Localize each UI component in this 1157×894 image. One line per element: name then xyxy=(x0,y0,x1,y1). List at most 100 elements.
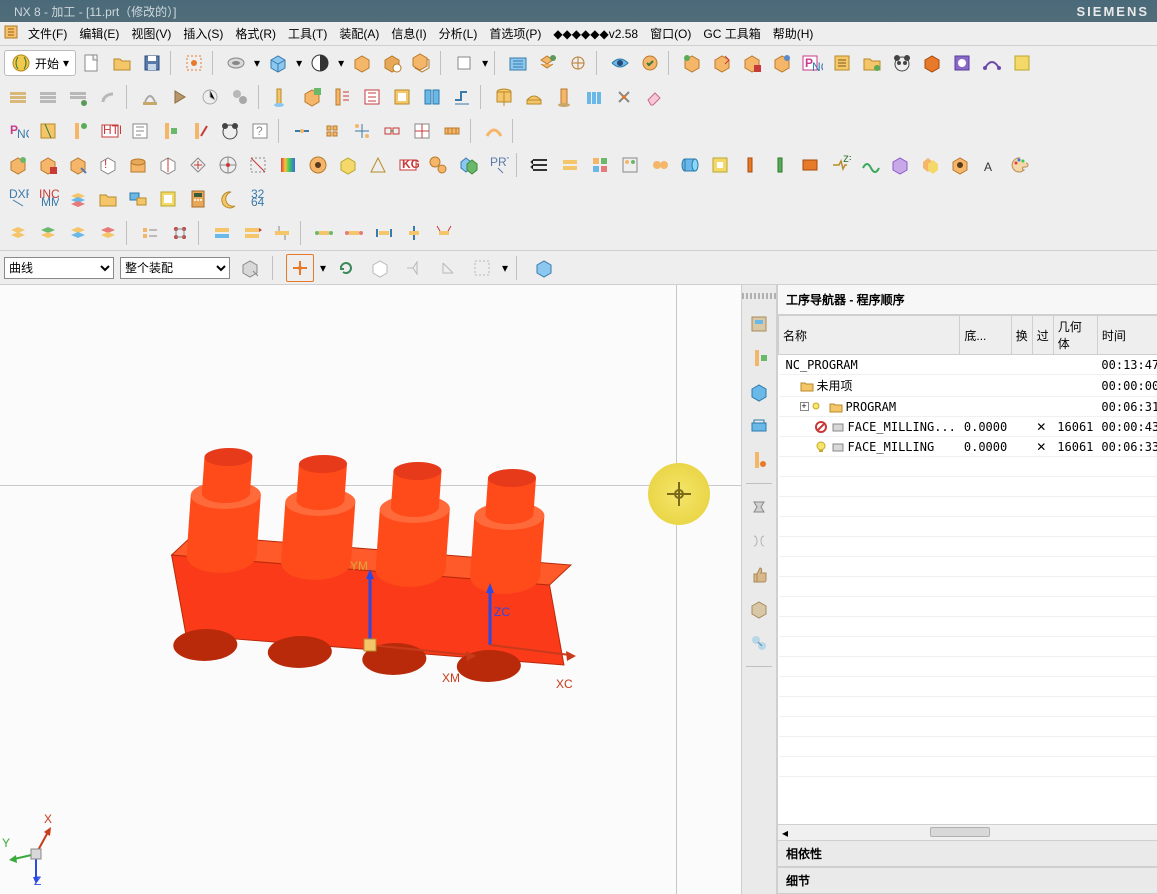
panel-grip[interactable] xyxy=(742,293,776,299)
chevron-down-icon[interactable]: ▾ xyxy=(320,261,326,275)
tool-btn[interactable] xyxy=(978,49,1006,77)
tool-btn[interactable] xyxy=(370,219,398,247)
donut-icon[interactable] xyxy=(304,151,332,179)
text-a-icon[interactable]: A xyxy=(976,151,1004,179)
tool-btn[interactable] xyxy=(646,151,674,179)
chevron-down-icon[interactable]: ▾ xyxy=(294,56,304,70)
tool-btn[interactable] xyxy=(156,117,184,145)
tool-btn[interactable] xyxy=(94,83,122,111)
tool-btn[interactable] xyxy=(34,117,62,145)
tool-btn[interactable] xyxy=(222,49,250,77)
table-row[interactable]: 未用项00:00:00 xyxy=(779,375,1157,397)
tool-btn[interactable] xyxy=(438,117,466,145)
tool-btn[interactable] xyxy=(94,219,122,247)
chevron-down-icon[interactable]: ▾ xyxy=(480,56,490,70)
tool-btn[interactable] xyxy=(768,49,796,77)
tool-btn[interactable] xyxy=(238,219,266,247)
viewport-3d[interactable]: YM ZC XM XC X Y Z xyxy=(0,285,741,894)
tool-btn[interactable]: ! xyxy=(94,151,122,179)
section-detail[interactable]: 细节 xyxy=(778,867,1157,894)
tool-btn[interactable] xyxy=(286,254,314,282)
panda-icon-2[interactable] xyxy=(216,117,244,145)
tool-btn[interactable] xyxy=(348,117,376,145)
menu-edit[interactable]: 编辑(E) xyxy=(73,23,125,44)
tool-btn[interactable] xyxy=(828,49,856,77)
tool-btn[interactable] xyxy=(208,219,236,247)
tool-btn[interactable] xyxy=(856,151,884,179)
col-guo[interactable]: 过 xyxy=(1032,316,1053,355)
tool-btn[interactable] xyxy=(490,83,518,111)
tool-btn[interactable] xyxy=(886,151,914,179)
tool-btn[interactable] xyxy=(214,151,242,179)
layers-icon[interactable] xyxy=(64,185,92,213)
tool-btn[interactable] xyxy=(154,185,182,213)
scroll-left-icon[interactable]: ◂ xyxy=(782,826,788,840)
tool-btn[interactable] xyxy=(450,49,478,77)
tool-btn[interactable] xyxy=(526,151,554,179)
tool-btn[interactable] xyxy=(124,185,152,213)
tool-btn[interactable] xyxy=(606,49,634,77)
kg-button[interactable]: KG xyxy=(394,151,422,179)
tool-btn[interactable] xyxy=(358,83,386,111)
tool-btn[interactable] xyxy=(448,83,476,111)
scroll-thumb[interactable] xyxy=(930,827,990,837)
tool-btn[interactable] xyxy=(180,49,208,77)
tool-btn[interactable] xyxy=(586,151,614,179)
table-row[interactable]: +PROGRAM00:06:31 xyxy=(779,397,1157,417)
tool-btn[interactable] xyxy=(1008,49,1036,77)
rainbow-cube-icon[interactable] xyxy=(274,151,302,179)
tool-btn[interactable] xyxy=(430,219,458,247)
tool-btn[interactable] xyxy=(948,49,976,77)
tool-btn[interactable] xyxy=(184,151,212,179)
tool-btn[interactable] xyxy=(64,219,92,247)
tool-btn[interactable] xyxy=(378,49,406,77)
tool-btn[interactable] xyxy=(454,151,482,179)
tool-btn[interactable] xyxy=(166,219,194,247)
tool-btn[interactable] xyxy=(378,117,406,145)
panda-icon[interactable] xyxy=(888,49,916,77)
tool-btn[interactable] xyxy=(348,49,376,77)
tool-btn[interactable] xyxy=(166,83,194,111)
tool-btn[interactable] xyxy=(4,219,32,247)
start-button[interactable]: 开始 ▾ xyxy=(4,50,76,76)
tool-btn[interactable] xyxy=(4,83,32,111)
tool-btn[interactable] xyxy=(388,83,416,111)
tool-btn[interactable] xyxy=(126,117,154,145)
tool-btn[interactable] xyxy=(196,83,224,111)
thumbs-up-icon[interactable] xyxy=(746,562,772,588)
cube-button[interactable] xyxy=(264,49,292,77)
tool-btn[interactable] xyxy=(408,49,436,77)
tool-btn[interactable] xyxy=(616,151,644,179)
table-row[interactable]: NC_PROGRAM00:13:47 xyxy=(779,355,1157,375)
chevron-down-icon[interactable]: ▾ xyxy=(336,56,346,70)
tool-btn[interactable] xyxy=(400,219,428,247)
col-time[interactable]: 时间 xyxy=(1097,316,1157,355)
panel-btn-9[interactable] xyxy=(746,596,772,622)
tool-btn[interactable] xyxy=(434,254,462,282)
panel-btn-6[interactable] xyxy=(746,494,772,520)
tool-btn[interactable] xyxy=(468,254,496,282)
tool-btn[interactable] xyxy=(310,219,338,247)
tool-btn[interactable] xyxy=(318,117,346,145)
panel-btn-1[interactable] xyxy=(746,311,772,337)
save-button[interactable] xyxy=(138,49,166,77)
table-row[interactable]: FACE_MILLING...0.0000✕1606100:00:43 xyxy=(779,417,1157,437)
tool-btn[interactable] xyxy=(556,151,584,179)
tool-btn[interactable] xyxy=(136,83,164,111)
horizontal-scrollbar[interactable]: ◂ xyxy=(778,824,1157,840)
tool-btn[interactable] xyxy=(530,254,558,282)
tool-btn[interactable] xyxy=(154,151,182,179)
view-compass[interactable] xyxy=(648,463,710,525)
tool-btn[interactable] xyxy=(236,254,264,282)
tool-btn[interactable] xyxy=(480,117,508,145)
menu-help[interactable]: 帮助(H) xyxy=(767,23,820,44)
tool-btn[interactable] xyxy=(916,151,944,179)
calculator-icon[interactable] xyxy=(184,185,212,213)
tool-btn[interactable] xyxy=(268,219,296,247)
menu-prefs[interactable]: 首选项(P) xyxy=(483,23,547,44)
panel-btn-2[interactable] xyxy=(746,345,772,371)
menu-file[interactable]: 文件(F) xyxy=(22,23,73,44)
tool-btn[interactable] xyxy=(738,49,766,77)
col-name[interactable]: 名称 xyxy=(779,316,960,355)
3264-button[interactable]: 3264 xyxy=(244,185,272,213)
